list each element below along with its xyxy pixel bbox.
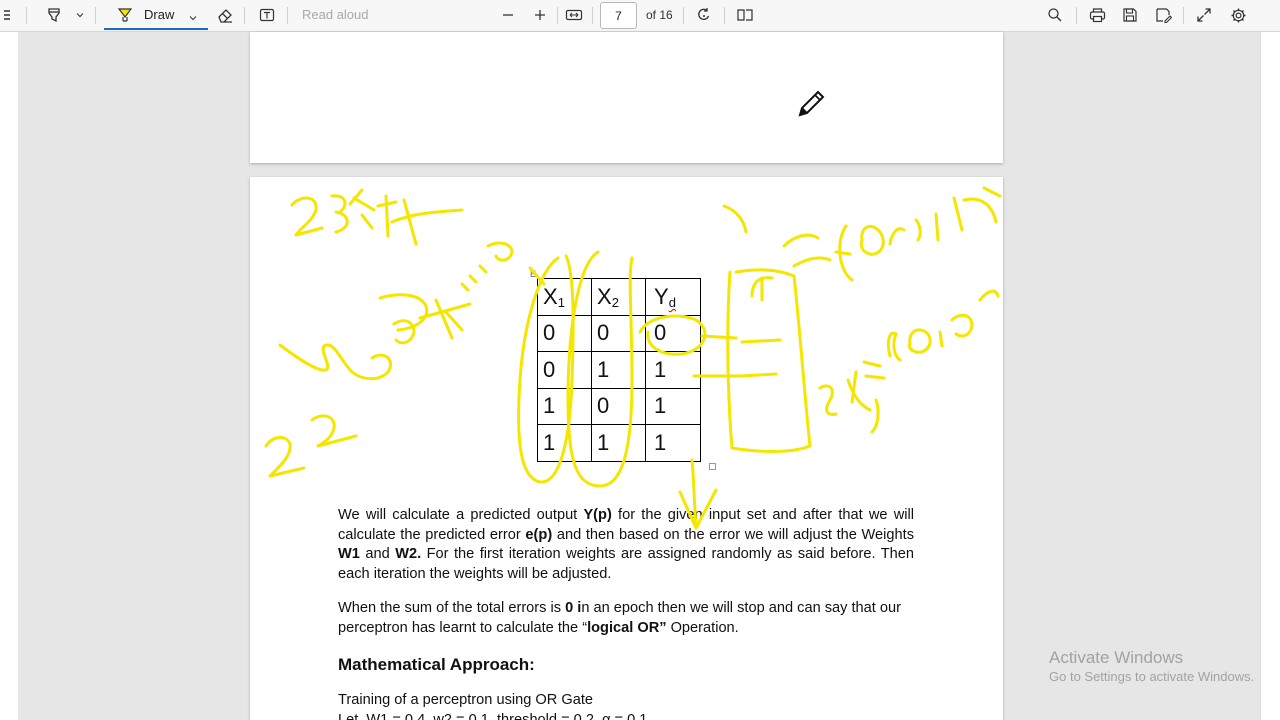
search-icon[interactable] xyxy=(1043,0,1067,30)
table-cell: 0 xyxy=(537,314,592,352)
draw-label: Draw xyxy=(144,7,175,22)
save-icon[interactable] xyxy=(1118,0,1142,30)
page-number-input[interactable] xyxy=(600,2,637,29)
toolbar-divider xyxy=(287,7,288,24)
table-cell: 0 xyxy=(537,351,592,389)
table-resize-handle[interactable] xyxy=(709,463,716,470)
header-yd: Yd xyxy=(645,278,701,316)
header-x1: X1 xyxy=(537,278,592,316)
highlight-options-chevron-down-icon[interactable] xyxy=(72,0,88,30)
pdf-toolbar: Draw Read aloud of 16 xyxy=(0,0,1280,32)
table-row: 1 0 1 xyxy=(537,387,701,425)
draw-options-chevron-down-icon[interactable] xyxy=(188,10,198,28)
toolbar-divider xyxy=(683,7,684,24)
toolbar-divider xyxy=(1183,7,1184,24)
zoom-in-icon[interactable] xyxy=(529,0,551,30)
toolbar-divider xyxy=(1076,7,1077,24)
pdf-page-6 xyxy=(250,32,1003,163)
eraser-icon[interactable] xyxy=(212,0,238,30)
draw-button[interactable]: Draw xyxy=(104,1,208,30)
table-cell: 0 xyxy=(591,387,646,425)
table-row: 0 0 0 xyxy=(537,314,701,352)
truth-table: X1 X2 Yd 0 0 0 0 1 1 1 0 1 1 1 1 xyxy=(537,278,701,462)
table-cell: 1 xyxy=(645,387,701,425)
save-as-icon[interactable] xyxy=(1151,0,1175,30)
zoom-out-icon[interactable] xyxy=(497,0,519,30)
rotate-icon[interactable] xyxy=(692,0,716,30)
table-header-row: X1 X2 Yd xyxy=(537,278,701,316)
left-window-edge xyxy=(0,32,18,720)
header-x2: X2 xyxy=(591,278,646,316)
table-row: 0 1 1 xyxy=(537,351,701,389)
toolbar-divider xyxy=(592,7,593,24)
weights-line: Let, W1 = 0.4, w2 = 0.1, threshold = 0.2… xyxy=(338,712,648,720)
watermark-subtitle: Go to Settings to activate Windows. xyxy=(1049,669,1255,684)
training-line: Training of a perceptron using OR Gate xyxy=(338,692,593,708)
toolbar-divider xyxy=(26,7,27,24)
pencil-cursor-icon xyxy=(796,86,830,125)
vertical-scrollbar[interactable] xyxy=(1260,32,1280,720)
paragraph-predicted-output: We will calculate a predicted output Y(p… xyxy=(338,507,915,582)
activation-watermark: Activate Windows Go to Settings to activ… xyxy=(1049,648,1254,685)
pdf-page-7: E X1 X2 Yd 0 0 0 0 1 1 1 0 1 1 1 1 We wi… xyxy=(250,177,1003,720)
menu-icon[interactable] xyxy=(0,0,20,30)
toolbar-divider xyxy=(244,7,245,24)
paragraph-total-errors: When the sum of the total errors is 0 in… xyxy=(338,600,901,636)
table-cell: 1 xyxy=(591,351,646,389)
draw-pen-icon xyxy=(116,6,134,29)
table-cell: 1 xyxy=(645,351,701,389)
table-anchor-mark: E xyxy=(530,269,537,279)
watermark-title: Activate Windows xyxy=(1049,648,1184,667)
page-total-label: of 16 xyxy=(646,8,673,22)
highlight-icon[interactable] xyxy=(40,0,68,30)
table-row: 1 1 1 xyxy=(537,424,701,462)
table-cell: 1 xyxy=(537,424,592,462)
table-cell: 0 xyxy=(645,314,701,352)
read-aloud-button[interactable]: Read aloud xyxy=(302,7,369,22)
table-cell: 1 xyxy=(591,424,646,462)
table-cell: 1 xyxy=(537,387,592,425)
fullscreen-icon[interactable] xyxy=(1192,0,1216,30)
page-view-icon[interactable] xyxy=(733,0,757,30)
text-box-icon[interactable] xyxy=(254,0,280,30)
toolbar-divider xyxy=(95,7,96,24)
print-icon[interactable] xyxy=(1085,0,1109,30)
toolbar-divider xyxy=(724,7,725,24)
table-cell: 1 xyxy=(645,424,701,462)
toolbar-divider xyxy=(557,7,558,24)
fit-width-icon[interactable] xyxy=(562,0,586,30)
settings-icon[interactable] xyxy=(1226,0,1250,30)
section-heading: Mathematical Approach: xyxy=(338,655,535,674)
table-cell: 0 xyxy=(591,314,646,352)
